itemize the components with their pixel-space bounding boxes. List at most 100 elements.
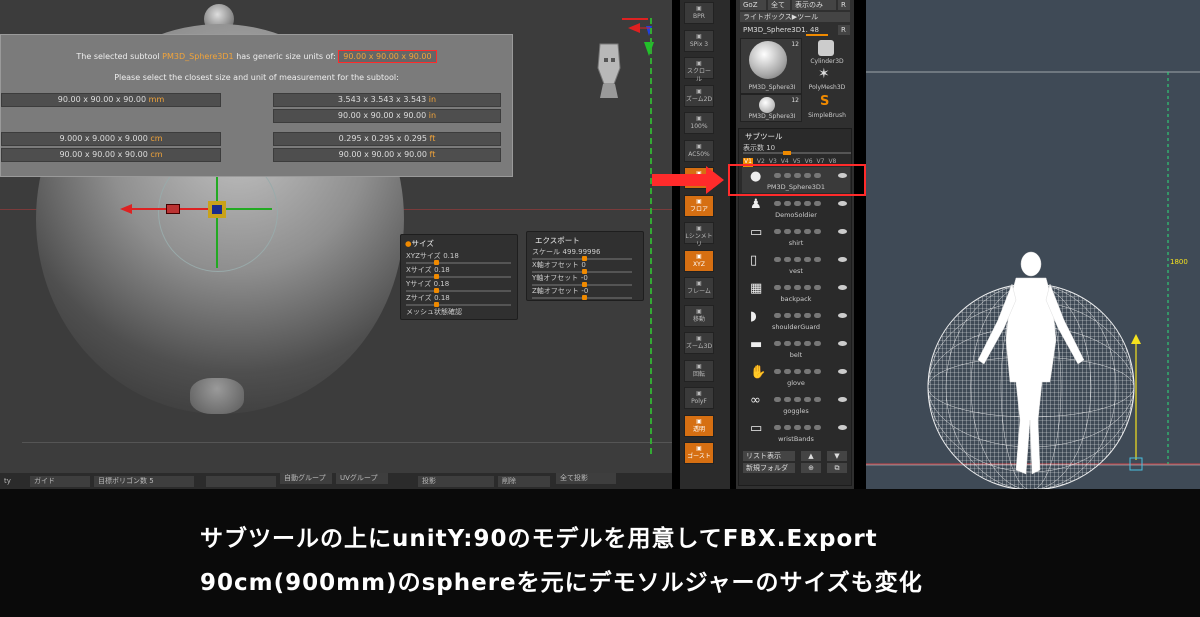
gizmo-z-axis[interactable] [218,208,272,210]
size-slider[interactable] [406,274,511,279]
subtool-toggle-icon[interactable] [784,425,791,430]
canvas-viewport[interactable]: The selected subtool PM3D_Sphere3D1 has … [0,0,672,476]
subtool-item-8[interactable]: ∞ goggles [742,391,850,417]
subtool-toggle-icon[interactable] [784,341,791,346]
subtool-toggle-icon[interactable] [794,313,801,318]
export-slider[interactable] [532,295,632,300]
eye-icon[interactable] [838,397,847,402]
subtool-toggle-icon[interactable] [804,341,811,346]
shelf-button-9[interactable]: ▣ XYZ [684,249,714,272]
shelf-button-13[interactable]: ▣ 回転 [684,359,714,382]
subtool-toggle-icon[interactable] [774,369,781,374]
subtool-toggle-icon[interactable] [794,229,801,234]
shelf-button-0[interactable]: ▣ BPR [684,2,714,24]
export-row-x[interactable]: X軸オフセット 0 [532,260,642,274]
uv-group-button[interactable]: UVグループ [336,473,388,484]
size-row-x[interactable]: Xサイズ 0.18 [406,265,518,279]
all-projection-button[interactable]: 全て投影 [556,473,616,484]
gizmo-center-core[interactable] [212,205,222,214]
subtool-toggle-icon[interactable] [784,313,791,318]
subtool-item-4[interactable]: ▦ backpack [742,279,850,305]
subtool-toggle-icon[interactable] [794,425,801,430]
mesh-check-button[interactable]: メッシュ状態確認 [406,307,462,317]
target-polygons-slider[interactable]: 目標ポリゴン数 5 [94,476,194,487]
subtool-toggle-icon[interactable] [804,313,811,318]
visible-count-knob[interactable] [783,151,791,155]
size-row-y[interactable]: Yサイズ 0.18 [406,279,518,293]
subtool-toggle-icon[interactable] [804,285,811,290]
option-in2-button[interactable]: 90.00 x 90.00 x 90.00 in [273,109,501,123]
export-row-y[interactable]: Y軸オフセット -0 [532,273,642,287]
r-button[interactable]: R [838,0,850,10]
goz-button[interactable]: GoZ [740,0,766,10]
subtool-toggle-icon[interactable] [814,313,821,318]
subtool-toggle-icon[interactable] [814,397,821,402]
subtool-toggle-icon[interactable] [774,257,781,262]
shelf-button-1[interactable]: ▣ SPix 3 [684,29,714,52]
shelf-button-4[interactable]: ▣ 100% [684,112,714,134]
gizmo-x-arrow[interactable] [120,204,132,214]
subtool-toggle-icon[interactable] [794,201,801,206]
subtool-toggle-icon[interactable] [804,369,811,374]
eye-icon[interactable] [838,285,847,290]
size-slider[interactable] [406,302,511,307]
shelf-button-14[interactable]: ▣ PolyF [684,387,714,409]
slider-knob[interactable] [582,295,587,300]
subtool-toggle-icon[interactable] [814,201,821,206]
eye-icon[interactable] [838,369,847,374]
subtool-toggle-icon[interactable] [794,341,801,346]
subtool-toggle-icon[interactable] [794,285,801,290]
move-down-button[interactable]: ▼ [827,451,847,461]
shelf-button-12[interactable]: ▣ ズーム3D [684,332,714,354]
projection-button[interactable]: 投影 [418,476,494,487]
eye-icon[interactable] [838,229,847,234]
option-cm2-button[interactable]: 90.00 x 90.00 x 90.00 cm [1,148,221,162]
subtool-toggle-icon[interactable] [774,397,781,402]
all-button[interactable]: 全て [768,0,790,10]
delete-button[interactable]: 削除 [498,476,550,487]
subtool-toggle-icon[interactable] [784,229,791,234]
subtool-toggle-icon[interactable] [814,229,821,234]
shelf-button-5[interactable]: ▣ AC50% [684,139,714,162]
subtool-item-1[interactable]: ♟ DemoSoldier [742,195,850,221]
tool-thumb-simplebrush[interactable]: S SimpleBrush [804,94,850,122]
navigation-head-icon[interactable] [594,38,624,100]
subtool-toggle-icon[interactable] [784,397,791,402]
shelf-button-7[interactable]: ▣ フロア [684,194,714,217]
subtool-toggle-icon[interactable] [784,257,791,262]
lightbox-tool-button[interactable]: ライトボックス▶ツール [740,12,850,22]
shelf-button-3[interactable]: ▣ ズーム2D [684,84,714,107]
move-up-button[interactable]: ▲ [801,451,821,461]
subtool-toggle-icon[interactable] [774,313,781,318]
subtool-toggle-icon[interactable] [814,425,821,430]
subtool-toggle-icon[interactable] [814,257,821,262]
option-ft-button[interactable]: 0.295 x 0.295 x 0.295 ft [273,132,501,146]
gizmo-x-handle[interactable] [166,204,180,214]
subtool-item-9[interactable]: ▭ wristBands [742,419,850,445]
subtool-toggle-icon[interactable] [784,201,791,206]
tool-thumb-sphere-small[interactable]: 12 PM3D_Sphere3I [740,94,802,122]
subtool-toggle-icon[interactable] [814,369,821,374]
subtool-toggle-icon[interactable] [794,369,801,374]
duplicate-button[interactable]: ⧉ [827,463,847,473]
subtool-toggle-icon[interactable] [804,397,811,402]
option-cm-button[interactable]: 9.000 x 9.000 x 9.000 cm [1,132,221,146]
eye-icon[interactable] [838,257,847,262]
size-row-xyz[interactable]: XYZサイズ 0.18 [406,251,518,265]
eye-icon[interactable] [838,201,847,206]
tool-thumb-polymesh[interactable]: ✶ PolyMesh3D [804,66,850,94]
eye-icon[interactable] [838,341,847,346]
shelf-button-16[interactable]: ▣ ゴースト [684,442,714,464]
subtool-item-3[interactable]: ▯ vest [742,251,850,277]
subtool-toggle-icon[interactable] [774,201,781,206]
subtool-toggle-icon[interactable] [784,369,791,374]
subtool-item-2[interactable]: ▭ shirt [742,223,850,249]
list-view-button[interactable]: リスト表示 [743,451,795,461]
subtool-toggle-icon[interactable] [784,285,791,290]
subtool-toggle-icon[interactable] [804,425,811,430]
subtool-item-7[interactable]: ✋ glove [742,363,850,389]
export-row-z[interactable]: Z軸オフセット -0 [532,286,642,300]
subtool-title[interactable]: サブツール [745,131,783,142]
option-in-button[interactable]: 3.543 x 3.543 x 3.543 in [273,93,501,107]
subtool-toggle-icon[interactable] [804,257,811,262]
